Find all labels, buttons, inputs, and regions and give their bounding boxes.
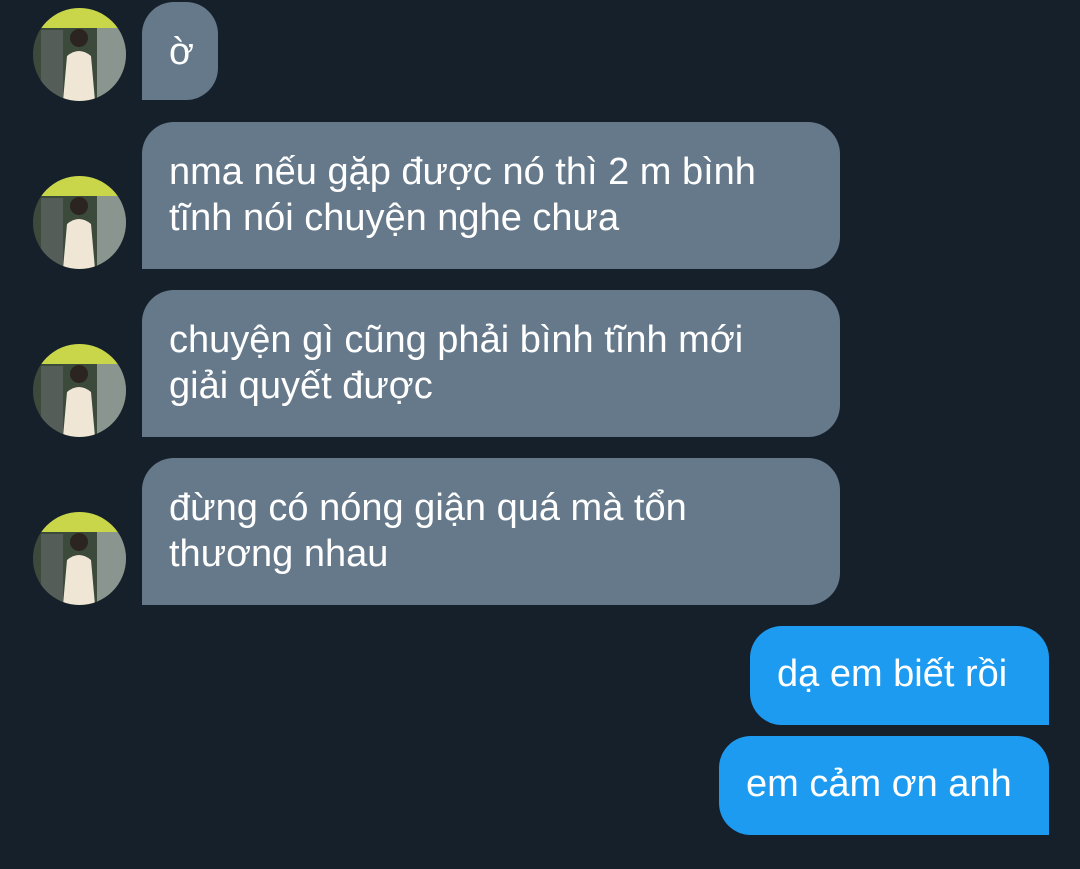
message-text: dạ em biết rồi (777, 653, 1008, 695)
message-text-line: giải quyết được (169, 365, 433, 407)
message-text: ờ (169, 31, 194, 73)
message-text-line: tĩnh nói chuyện nghe chưa (169, 197, 620, 239)
message-bubble-received[interactable]: đừng có nóng giận quá mà tổn thương nhau (142, 458, 840, 605)
message-bubble-received[interactable]: chuyện gì cũng phải bình tĩnh mới giải q… (142, 290, 840, 437)
contact-avatar[interactable] (33, 512, 126, 605)
contact-avatar[interactable] (33, 344, 126, 437)
message-bubble-received[interactable]: ờ (142, 2, 218, 100)
contact-photo-icon (33, 344, 126, 437)
message-text-line: nma nếu gặp được nó thì 2 m bình (169, 151, 756, 193)
contact-photo-icon (33, 512, 126, 605)
message-text-line: đừng có nóng giận quá mà tổn (169, 487, 687, 529)
contact-photo-icon (33, 176, 126, 269)
message-text-line: chuyện gì cũng phải bình tĩnh mới (169, 319, 744, 361)
contact-avatar[interactable] (33, 176, 126, 269)
message-text: em cảm ơn anh (746, 763, 1012, 805)
message-bubble-sent[interactable]: em cảm ơn anh (719, 736, 1049, 835)
message-bubble-sent[interactable]: dạ em biết rồi (750, 626, 1049, 725)
message-text-line: thương nhau (169, 533, 389, 575)
contact-avatar[interactable] (33, 8, 126, 101)
message-bubble-received[interactable]: nma nếu gặp được nó thì 2 m bình tĩnh nó… (142, 122, 840, 269)
contact-photo-icon (33, 8, 126, 101)
